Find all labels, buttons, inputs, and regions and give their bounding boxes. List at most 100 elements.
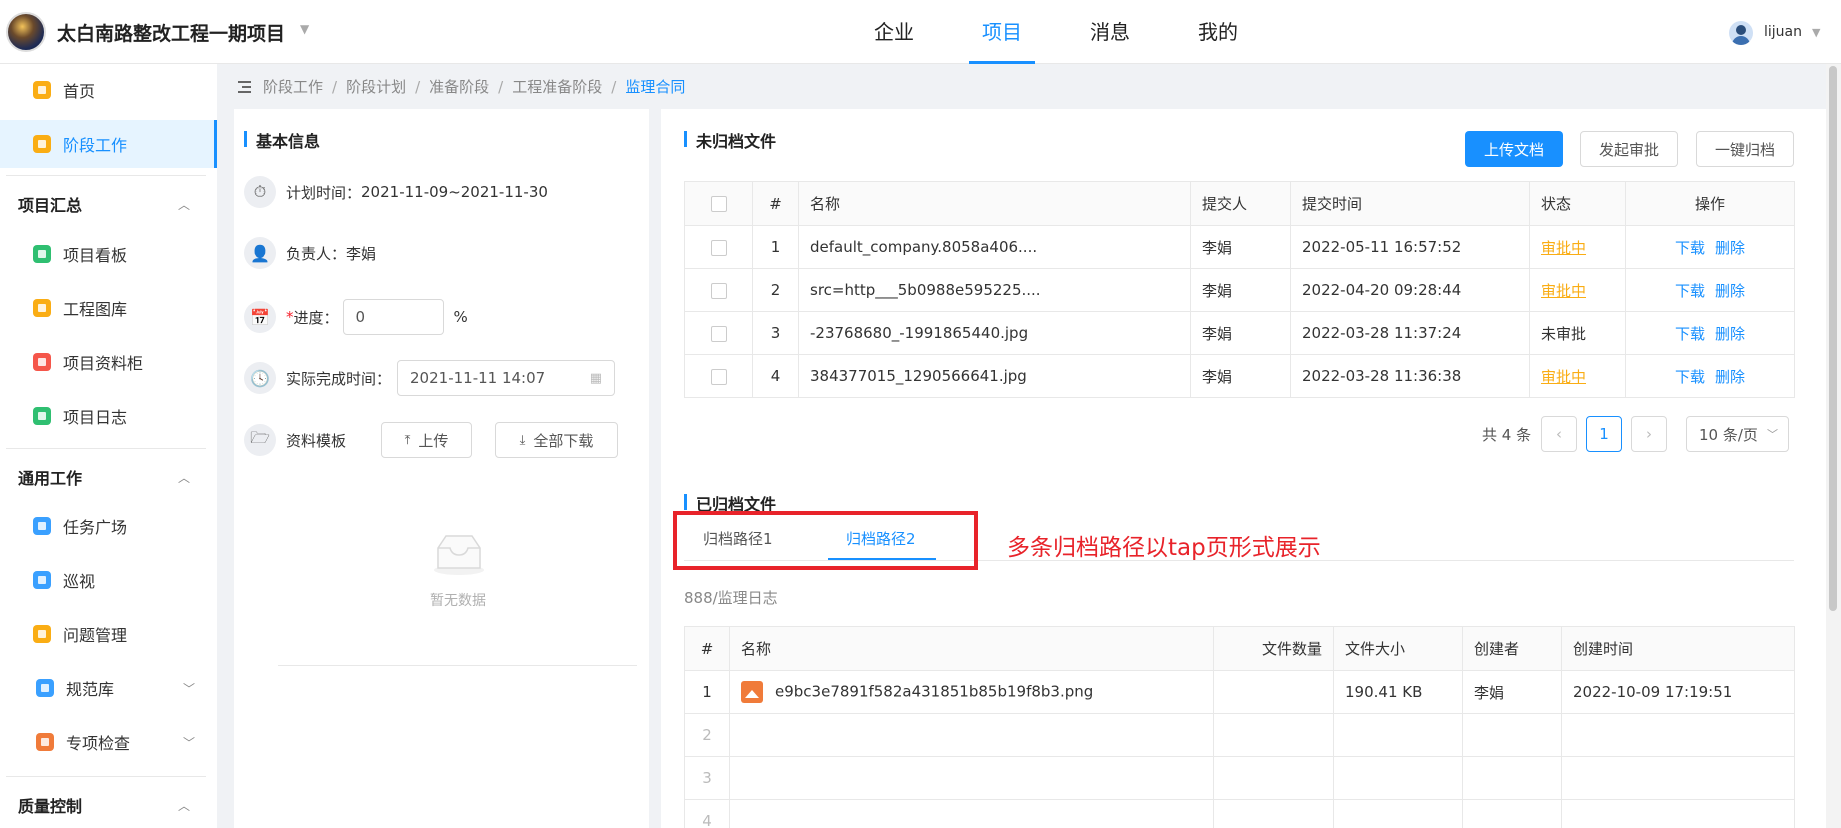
sidebar-item-label: 项目日志	[63, 408, 128, 427]
sidebar-item-log[interactable]: 项目日志	[0, 392, 217, 440]
empty-box-icon	[434, 535, 484, 575]
download-all-button[interactable]: ⤓ 全部下载	[495, 422, 618, 458]
top-header: 太白南路整改工程一期项目 ▼ 企业 项目 消息 我的 lijuan ▼	[0, 0, 1841, 64]
status-link[interactable]: 审批中	[1541, 368, 1586, 386]
menu-fold-icon[interactable]	[235, 80, 251, 94]
breadcrumb-item[interactable]: 阶段工作	[263, 76, 323, 97]
project-title[interactable]: 太白南路整改工程一期项目	[57, 19, 285, 46]
status-link[interactable]: 审批中	[1541, 282, 1586, 300]
download-link[interactable]: 下载	[1675, 282, 1705, 300]
actual-time-picker[interactable]: 2021-11-11 14:07 ▦	[397, 360, 616, 396]
sidebar-item-dashboard[interactable]: 项目看板	[0, 230, 217, 278]
row-checkbox[interactable]	[684, 311, 753, 355]
sidebar-item-gallery[interactable]: 工程图库	[0, 284, 217, 332]
group-project-summary[interactable]: 项目汇总 ︿	[0, 184, 210, 224]
column-header: 提交人	[1190, 181, 1291, 226]
start-approval-button[interactable]: 发起审批	[1580, 131, 1678, 167]
table-header-row: # 名称 文件数量 文件大小 创建者 创建时间	[684, 626, 1795, 671]
row-checkbox[interactable]	[684, 225, 753, 269]
status-link[interactable]: 审批中	[1541, 239, 1586, 257]
sidebar-item-patrol[interactable]: 巡视	[0, 556, 217, 604]
download-link[interactable]: 下载	[1675, 368, 1705, 386]
chevron-up-icon: ︿	[177, 798, 190, 813]
dashboard-icon	[33, 245, 51, 263]
one-click-archive-button[interactable]: 一键归档	[1696, 131, 1794, 167]
created-time: 2022-10-09 17:19:51	[1561, 670, 1795, 714]
delete-link[interactable]: 删除	[1715, 368, 1745, 386]
sidebar-item-special-check[interactable]: 专项检查 ﹀	[0, 718, 217, 766]
sidebar-item-home[interactable]: 首页	[0, 66, 217, 114]
page-button[interactable]: 1	[1586, 416, 1622, 452]
table-row: 4 384377015_1290566641.jpg 李娟 2022-03-28…	[684, 354, 1795, 398]
nav-mine[interactable]: 我的	[1164, 0, 1272, 64]
sidebar-item-standards[interactable]: 规范库 ﹀	[0, 664, 217, 712]
sidebar-item-label: 规范库	[66, 680, 115, 699]
plan-time-value: 2021-11-09~2021-11-30	[361, 183, 548, 201]
submitter: 李娟	[1190, 268, 1291, 312]
chevron-right-icon: ›	[1646, 425, 1652, 443]
archived-table: # 名称 文件数量 文件大小 创建者 创建时间 1 e9bc3e7891f582…	[684, 626, 1795, 828]
template-label: 资料模板	[286, 431, 347, 450]
table-row: 4	[684, 799, 1795, 828]
row-checkbox[interactable]	[684, 268, 753, 312]
check-icon	[36, 733, 54, 751]
nav-messages[interactable]: 消息	[1056, 0, 1164, 64]
chevron-down-icon[interactable]: ▼	[1812, 26, 1820, 39]
sidebar: 首页 阶段工作 项目汇总 ︿ 项目看板 工程图库 项目资料柜 项目日志 通用工作 ︿…	[0, 64, 217, 828]
actions-cell: 下载 删除	[1625, 311, 1795, 355]
actual-time-row: 🕓 实际完成时间： 2021-11-11 14:07 ▦	[244, 360, 616, 396]
progress-unit: %	[453, 308, 468, 326]
creator: 李娟	[1462, 670, 1562, 714]
breadcrumb-item[interactable]: 准备阶段	[429, 76, 489, 97]
pager-total: 共 4 条	[1482, 426, 1532, 444]
column-header: 创建者	[1462, 626, 1562, 671]
owner-value: 李娟	[346, 244, 377, 263]
list-icon	[33, 135, 51, 153]
sidebar-item-label: 巡视	[63, 572, 96, 591]
download-link[interactable]: 下载	[1675, 239, 1705, 257]
select-all-checkbox[interactable]	[684, 181, 753, 226]
username[interactable]: lijuan	[1764, 24, 1802, 40]
sidebar-item-stage-work[interactable]: 阶段工作	[0, 120, 217, 168]
table-row: 3 -23768680_-1991865440.jpg 李娟 2022-03-2…	[684, 311, 1795, 355]
calendar-icon: ▦	[589, 370, 603, 386]
template-upload-button[interactable]: ⤒ 上传	[381, 422, 472, 458]
file-name[interactable]: e9bc3e7891f582a431851b85b19f8b3.png	[775, 683, 1093, 701]
page-size-select[interactable]: 10 条/页 ﹀	[1686, 416, 1789, 452]
row-checkbox[interactable]	[684, 354, 753, 398]
progress-input[interactable]: 0	[342, 299, 444, 335]
nav-project[interactable]: 项目	[948, 0, 1056, 64]
next-page-button[interactable]: ›	[1631, 416, 1667, 452]
nav-enterprise[interactable]: 企业	[840, 0, 948, 64]
submitter: 李娟	[1190, 354, 1291, 398]
prev-page-button[interactable]: ‹	[1541, 416, 1577, 452]
actions-cell: 下载 删除	[1625, 268, 1795, 312]
table-row: 3	[684, 756, 1795, 800]
breadcrumb-item[interactable]: 阶段计划	[346, 76, 406, 97]
group-quality-control[interactable]: 质量控制 ︿	[0, 785, 210, 825]
scrollbar-thumb[interactable]	[1829, 66, 1837, 611]
download-link[interactable]: 下载	[1675, 325, 1705, 343]
delete-link[interactable]: 删除	[1715, 282, 1745, 300]
delete-link[interactable]: 删除	[1715, 239, 1745, 257]
sidebar-item-issues[interactable]: 问题管理	[0, 610, 217, 658]
bug-icon	[33, 625, 51, 643]
avatar[interactable]	[1729, 21, 1753, 45]
sidebar-item-label: 项目看板	[63, 246, 128, 265]
sidebar-item-tasks[interactable]: 任务广场	[0, 502, 217, 550]
breadcrumb-item[interactable]: 工程准备阶段	[512, 76, 602, 97]
user-icon: 👤	[244, 237, 276, 269]
column-header: 名称	[798, 181, 1191, 226]
delete-link[interactable]: 删除	[1715, 325, 1745, 343]
owner-row: 👤 负责人： 李娟	[244, 237, 376, 269]
basic-info-title: 基本信息	[244, 128, 320, 152]
chevron-down-icon[interactable]: ▼	[300, 22, 309, 36]
table-row[interactable]: 1 e9bc3e7891f582a431851b85b19f8b3.png 19…	[684, 670, 1795, 714]
sidebar-item-cabinet[interactable]: 项目资料柜	[0, 338, 217, 386]
actual-time-value: 2021-11-11 14:07	[410, 369, 546, 387]
top-nav: 企业 项目 消息 我的	[840, 0, 1272, 64]
upload-document-button[interactable]: 上传文档	[1465, 131, 1563, 167]
calendar-icon: 📅	[244, 301, 276, 333]
group-general-work[interactable]: 通用工作 ︿	[0, 457, 210, 497]
sidebar-item-label: 专项检查	[66, 734, 131, 753]
